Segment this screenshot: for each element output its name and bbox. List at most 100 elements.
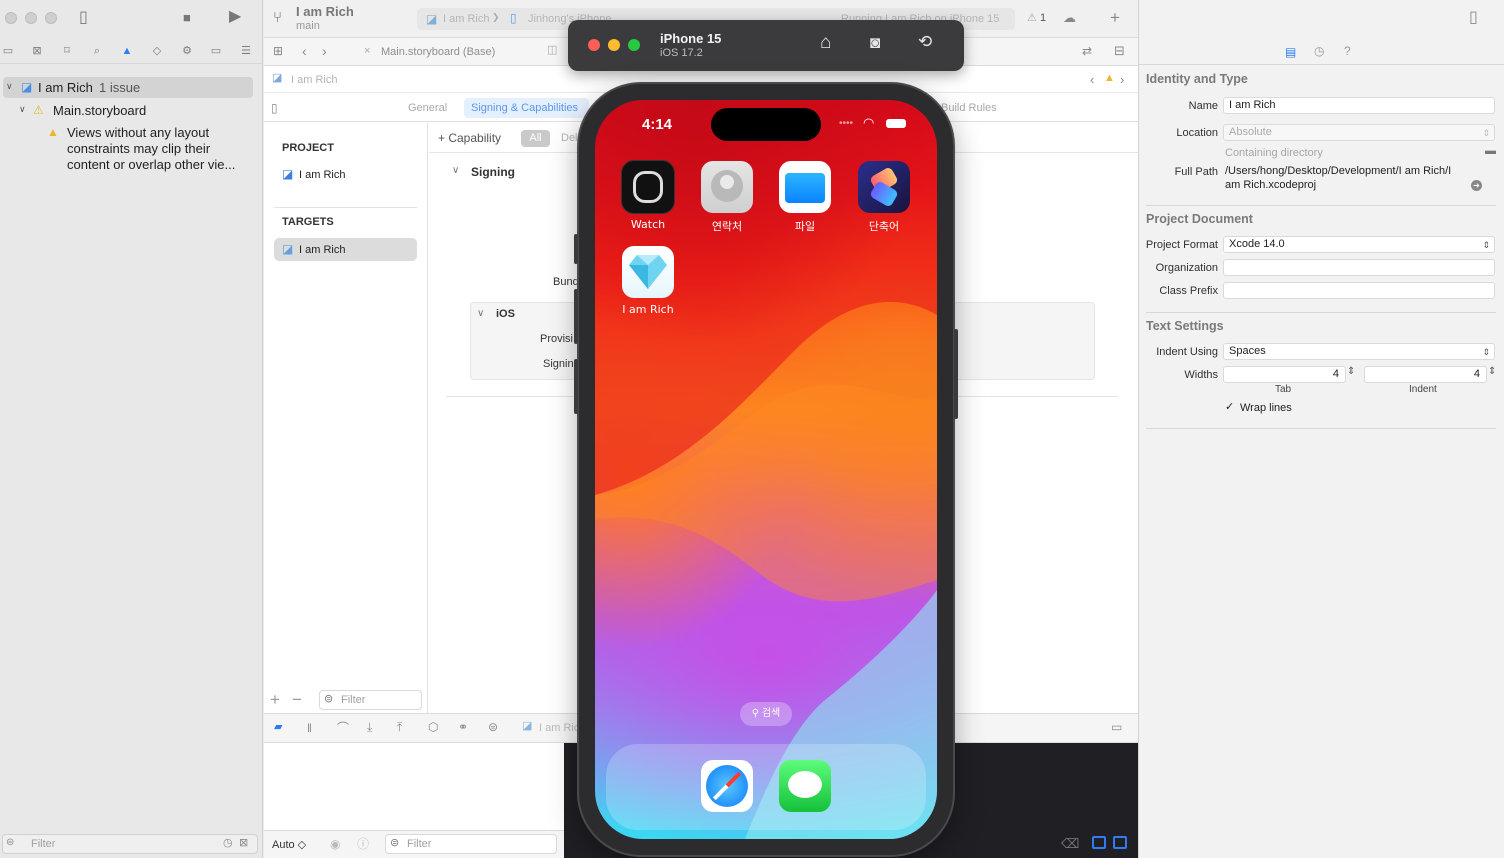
disclosure-down-icon[interactable]: ∨ bbox=[477, 309, 484, 319]
debug-icon[interactable]: ⚙ bbox=[179, 46, 195, 57]
previous-issue-icon[interactable]: ‹ bbox=[1090, 73, 1094, 86]
screenshot-icon[interactable]: ◙ bbox=[870, 34, 880, 51]
swap-icon[interactable]: ⇄ bbox=[1082, 45, 1092, 57]
wrap-lines-label[interactable]: Wrap lines bbox=[1240, 402, 1292, 414]
report-icon[interactable]: ☰ bbox=[238, 46, 254, 57]
run-icon[interactable]: ▶ bbox=[229, 9, 241, 25]
class-prefix-field[interactable] bbox=[1223, 282, 1495, 299]
disclosure-down-icon[interactable]: ∨ bbox=[19, 105, 26, 114]
folder-icon[interactable]: ▬ bbox=[1485, 146, 1496, 157]
debug-process-label[interactable]: I am Ric bbox=[539, 722, 579, 734]
history-inspector-icon[interactable]: ◷ bbox=[1314, 45, 1324, 57]
step-over-icon[interactable]: ⌒ bbox=[337, 722, 349, 734]
issue-tree-root[interactable]: ∨ ◪ I am Rich 1 issue bbox=[3, 77, 253, 98]
warning-line-2[interactable]: constraints may clip their bbox=[67, 141, 210, 156]
issue-filter-icon[interactable]: ⊠ bbox=[239, 838, 248, 849]
hide-console-icon[interactable]: ▭ bbox=[1111, 721, 1122, 733]
warning-line-1[interactable]: Views without any layout bbox=[67, 125, 209, 140]
indent-width-stepper-icon[interactable]: ⇕ bbox=[1488, 367, 1496, 377]
cloud-icon[interactable]: ☁ bbox=[1063, 11, 1076, 24]
forward-icon[interactable]: › bbox=[322, 44, 327, 58]
target-filter-field[interactable]: ⊜ Filter bbox=[319, 690, 422, 710]
app-i-am-rich[interactable] bbox=[622, 246, 674, 298]
editor-tab[interactable]: Main.storyboard (Base) bbox=[381, 46, 495, 58]
app-contacts[interactable] bbox=[701, 161, 753, 213]
help-inspector-icon[interactable]: ? bbox=[1344, 45, 1351, 57]
add-capability-button[interactable]: + Capability bbox=[438, 131, 501, 145]
breakpoint-icon[interactable]: ▭ bbox=[208, 46, 224, 57]
memory-graph-icon[interactable]: ⚭ bbox=[458, 721, 468, 733]
location-popup[interactable]: Absolute ⇕ bbox=[1223, 124, 1495, 141]
project-format-popup[interactable]: Xcode 14.0 ⇕ bbox=[1223, 236, 1495, 253]
variables-view-icon[interactable] bbox=[1092, 836, 1106, 849]
sim-minimize-button[interactable] bbox=[608, 39, 620, 51]
console-filter-field[interactable]: ⊜ Filter bbox=[385, 834, 557, 854]
sim-zoom-button[interactable] bbox=[628, 39, 640, 51]
warning-line-3[interactable]: content or overlap other vie... bbox=[67, 157, 235, 172]
back-icon[interactable]: ‹ bbox=[302, 44, 307, 58]
app-shortcuts[interactable] bbox=[858, 161, 910, 213]
dock-safari[interactable] bbox=[701, 760, 753, 812]
console-view-icon[interactable] bbox=[1113, 836, 1127, 849]
remove-target-icon[interactable]: − bbox=[292, 691, 302, 708]
name-field[interactable]: I am Rich bbox=[1223, 97, 1495, 114]
close-window-button[interactable] bbox=[5, 12, 17, 24]
pause-icon[interactable]: ‖ bbox=[307, 722, 312, 734]
find-icon[interactable]: ⌕ bbox=[89, 46, 105, 57]
disclosure-down-icon[interactable]: ∨ bbox=[452, 166, 459, 176]
inspector-toggle-icon[interactable]: ▯ bbox=[1469, 10, 1478, 26]
sidebar-toggle-icon[interactable]: ▯ bbox=[79, 10, 88, 26]
add-target-icon[interactable]: + bbox=[270, 691, 280, 708]
disclosure-down-icon[interactable]: ∨ bbox=[6, 82, 13, 91]
indent-width-field[interactable]: 4 bbox=[1364, 366, 1487, 383]
close-tab-icon[interactable]: × bbox=[364, 46, 370, 57]
breakpoints-icon[interactable]: ▰ bbox=[274, 722, 282, 733]
grid-icon[interactable]: ⊞ bbox=[273, 45, 283, 57]
tab-width-stepper-icon[interactable]: ⇕ bbox=[1347, 367, 1355, 377]
hide-list-icon[interactable]: ▯ bbox=[271, 102, 278, 114]
issue-indicator-icon[interactable]: ▲ bbox=[1104, 73, 1115, 84]
view-hierarchy-icon[interactable]: ⬡ bbox=[428, 721, 438, 733]
auto-selector[interactable]: Auto ◇ bbox=[272, 838, 306, 851]
checkmark-icon[interactable]: ✓ bbox=[1225, 402, 1234, 413]
folder-icon[interactable]: ▭ bbox=[0, 46, 16, 57]
minimize-window-button[interactable] bbox=[25, 12, 37, 24]
tab-general[interactable]: General bbox=[408, 102, 447, 114]
stop-icon[interactable]: ■ bbox=[183, 11, 191, 24]
tab-width-field[interactable]: 4 bbox=[1223, 366, 1346, 383]
info-icon[interactable]: ⓘ bbox=[357, 838, 369, 850]
trash-icon[interactable]: ⌫ bbox=[1061, 837, 1079, 850]
storyboard-item[interactable]: Main.storyboard bbox=[53, 103, 146, 118]
zoom-window-button[interactable] bbox=[45, 12, 57, 24]
environment-icon[interactable]: ⊜ bbox=[488, 721, 498, 733]
tab-build-rules[interactable]: Build Rules bbox=[941, 102, 997, 114]
spotlight-search-button[interactable]: ⚲ 검색 bbox=[740, 702, 792, 726]
dock-messages[interactable] bbox=[779, 760, 831, 812]
navigator-filter[interactable]: ⊜ Filter ◷ ⊠ bbox=[2, 834, 258, 854]
rotate-icon[interactable]: ⟲ bbox=[918, 33, 932, 50]
next-issue-icon[interactable]: › bbox=[1120, 73, 1124, 86]
reveal-in-finder-icon[interactable]: ➔ bbox=[1471, 180, 1482, 191]
storyboard-tab-icon[interactable]: ◫ bbox=[547, 45, 557, 56]
tab-signing[interactable]: Signing & Capabilities bbox=[471, 102, 578, 114]
test-icon[interactable]: ◇ bbox=[149, 46, 165, 57]
bookmark-icon[interactable]: ⌑ bbox=[59, 46, 75, 57]
step-out-icon[interactable]: ⤒ bbox=[397, 721, 402, 733]
indent-using-popup[interactable]: Spaces ⇕ bbox=[1223, 343, 1495, 360]
filter-debug-button[interactable]: Del bbox=[561, 132, 578, 144]
sim-close-button[interactable] bbox=[588, 39, 600, 51]
jump-bar-item[interactable]: I am Rich bbox=[291, 74, 337, 86]
app-files[interactable] bbox=[779, 161, 831, 213]
home-icon[interactable]: ⌂ bbox=[820, 33, 831, 52]
issue-icon[interactable]: ▲ bbox=[119, 46, 135, 57]
home-screen[interactable]: 4:14 •••• ◠ Watch 연락처 파일 단축어 I am Rich ⚲… bbox=[595, 100, 937, 839]
recent-filter-icon[interactable]: ◷ bbox=[223, 838, 233, 849]
organization-field[interactable] bbox=[1223, 259, 1495, 276]
scheme-label[interactable]: I am Rich bbox=[443, 13, 489, 25]
file-inspector-icon[interactable]: ▤ bbox=[1285, 46, 1296, 58]
split-editor-icon[interactable]: ⊟ bbox=[1114, 44, 1125, 57]
target-item-selected[interactable]: ◪ I am Rich bbox=[274, 238, 417, 261]
warning-count-icon[interactable]: ⚠ bbox=[1027, 13, 1037, 24]
eye-icon[interactable]: ◉ bbox=[330, 838, 340, 850]
source-control-icon[interactable]: ⊠ bbox=[29, 46, 45, 57]
